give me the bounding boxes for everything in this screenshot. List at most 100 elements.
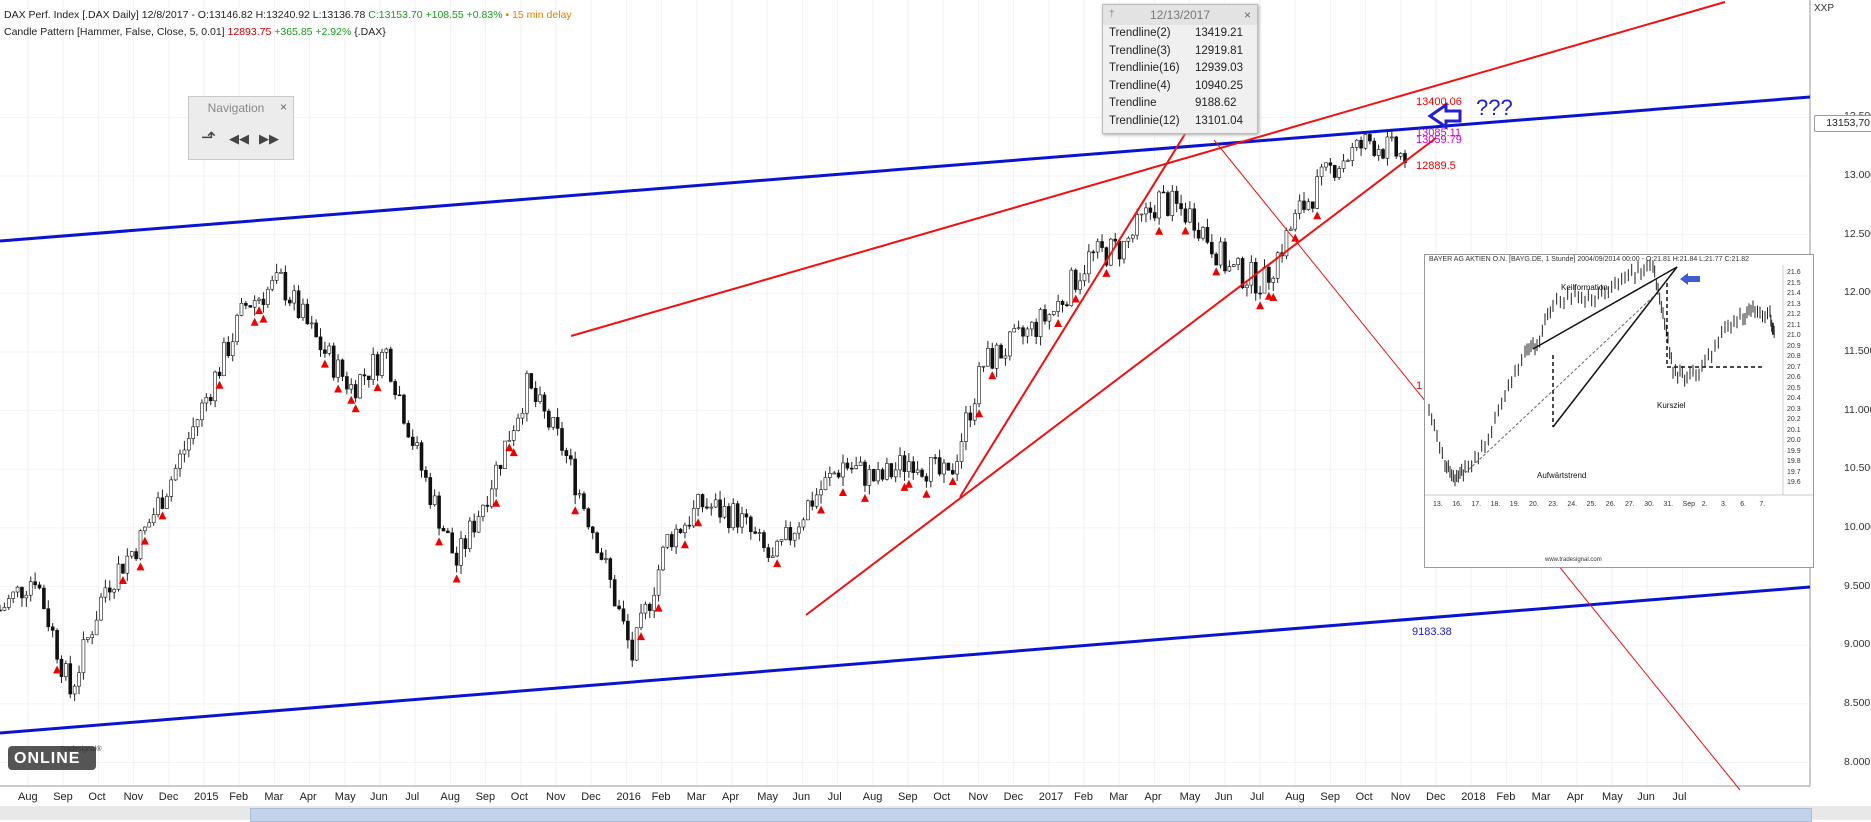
x-tick-label: Dec — [1426, 791, 1446, 803]
hammer-marker — [320, 359, 329, 368]
row-value: 13101.04 — [1195, 114, 1243, 127]
candle-body — [902, 455, 907, 472]
candle-body — [301, 303, 305, 319]
candle-body — [880, 469, 885, 480]
candle-body — [46, 608, 51, 628]
close-change: C:13153.70 +108.55 +0.83% — [368, 9, 503, 21]
candle-body — [1346, 160, 1350, 162]
candle-body — [165, 496, 169, 509]
candle-body — [661, 546, 665, 571]
candle-body — [1302, 200, 1306, 210]
row-value: 12939.03 — [1195, 62, 1243, 74]
candle-body — [964, 412, 968, 442]
candle-body — [731, 503, 736, 529]
candle-body — [331, 345, 336, 378]
candle-body — [239, 302, 244, 316]
back-icon[interactable]: ◀◀ — [229, 131, 249, 147]
candle-body — [1385, 136, 1390, 159]
candle-body — [42, 587, 46, 609]
candle-body — [200, 402, 204, 421]
x-tick-label: Feb — [651, 791, 671, 803]
hammer-markers — [53, 211, 1322, 674]
level-label-12889: 12889.5 — [1416, 160, 1456, 172]
hammer-marker — [922, 489, 931, 498]
x-tick-label: Nov — [123, 791, 144, 803]
x-tick-label: Aug — [1285, 791, 1305, 803]
candle-body — [1047, 314, 1052, 322]
inset-x-tick: 27. — [1625, 501, 1635, 508]
candle-body — [1087, 251, 1091, 275]
candle-body — [125, 555, 130, 574]
candle-body — [1214, 253, 1219, 266]
hammer-marker — [948, 477, 957, 486]
candle-body — [885, 463, 889, 480]
inset-target-label: Kursziel — [1657, 401, 1686, 410]
candle-body — [15, 586, 20, 593]
hammer-marker — [452, 574, 461, 583]
candle-body — [801, 519, 806, 528]
candle-body — [1139, 213, 1144, 216]
candle-body — [1350, 147, 1355, 161]
candle-body — [292, 290, 296, 304]
forward-icon[interactable]: ▶▶ — [259, 131, 279, 147]
candle-body — [143, 526, 147, 532]
candle-body — [1065, 304, 1069, 307]
close-icon[interactable]: × — [1244, 5, 1251, 25]
inset-wedge-upper — [1532, 266, 1678, 350]
candle-body — [222, 342, 226, 377]
inset-x-tick: 2. — [1701, 501, 1708, 508]
candle-body — [336, 359, 340, 378]
candle-body — [419, 442, 424, 471]
candle-body — [134, 551, 138, 560]
candle-body — [722, 506, 727, 518]
candle-body — [257, 298, 261, 301]
navigation-panel[interactable]: Navigation × ⬏ ◀◀ ▶▶ — [188, 96, 294, 160]
candle-body — [639, 612, 643, 628]
candle-body — [358, 374, 362, 399]
candle-body — [0, 609, 2, 612]
candle-body — [836, 472, 841, 478]
hammer-marker — [1155, 226, 1164, 235]
y-tick-label: 9.500,00 — [1844, 579, 1871, 592]
candle-body — [1381, 149, 1385, 159]
candle-body — [450, 532, 455, 554]
candle-body — [713, 499, 718, 508]
candle-body — [1179, 203, 1183, 210]
x-tick-label: Dec — [1003, 791, 1024, 803]
inset-y-tick: 21.4 — [1787, 290, 1801, 297]
hammer-marker — [1212, 267, 1221, 276]
candle-body — [1271, 277, 1276, 283]
candle-body — [1016, 327, 1021, 330]
home-icon[interactable]: ⬏ — [201, 127, 216, 148]
candle-body — [345, 376, 349, 390]
candle-body — [507, 440, 512, 442]
candle-body — [1372, 140, 1377, 156]
candle-body — [990, 348, 995, 369]
candle-body — [1293, 213, 1298, 230]
candle-body — [1297, 200, 1302, 214]
hammer-marker — [250, 317, 259, 326]
hammer-marker — [817, 505, 826, 514]
inset-x-tick: 20. — [1529, 501, 1539, 508]
red-steep-support-line — [959, 125, 1191, 498]
candle-body — [942, 462, 946, 475]
candle-body — [898, 455, 902, 471]
x-tick-label: 2015 — [194, 791, 219, 803]
candle-body — [1201, 227, 1205, 239]
inset-x-tick: 30. — [1644, 501, 1654, 508]
inset-y-tick: 21.1 — [1787, 321, 1801, 329]
hammer-marker — [571, 506, 580, 515]
inset-x-tick: 23. — [1548, 501, 1558, 508]
candle-body — [1368, 134, 1372, 142]
candle-body — [1310, 201, 1315, 209]
candle-body — [665, 534, 670, 548]
candle-body — [24, 594, 29, 599]
candle-body — [551, 417, 556, 428]
pin-icon[interactable]: † — [1109, 5, 1115, 25]
candle-body — [599, 552, 604, 560]
close-icon[interactable]: × — [280, 100, 287, 114]
candle-body — [683, 524, 687, 534]
candle-body — [2, 607, 7, 611]
x-tick-label: Oct — [1355, 791, 1373, 803]
inset-source: www.tradesignal.com — [1545, 557, 1602, 563]
